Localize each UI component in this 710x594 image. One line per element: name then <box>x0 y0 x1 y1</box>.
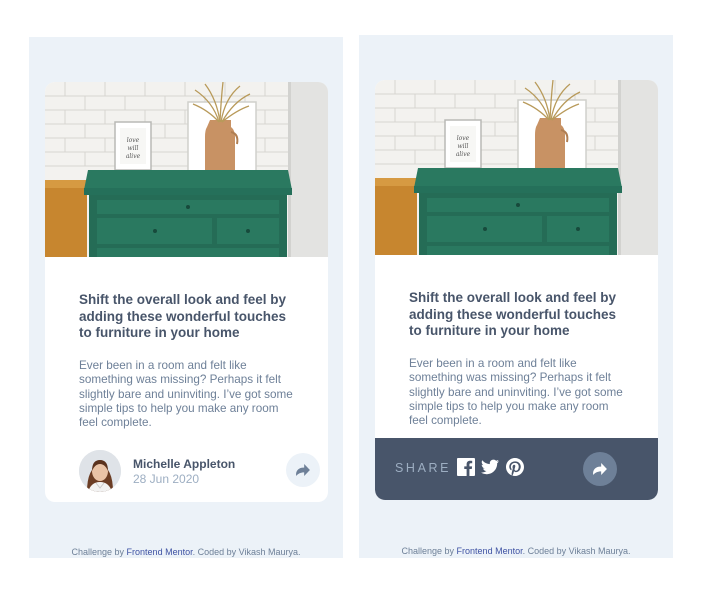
author-row: Michelle Appleton 28 Jun 2020 <box>79 450 320 494</box>
share-button[interactable] <box>583 452 617 486</box>
frontend-mentor-link[interactable]: Frontend Mentor <box>457 546 523 556</box>
svg-text:love: love <box>457 135 470 142</box>
pinterest-icon[interactable] <box>506 458 524 476</box>
headline-line: to furniture in your home <box>79 325 240 340</box>
author-name: Michelle Appleton <box>133 457 236 471</box>
description-line: Ever been in a room and felt like <box>409 357 577 370</box>
attribution: Challenge by Frontend Mentor. Coded by V… <box>29 547 343 557</box>
description-line: slightly bare and uninviting. I’ve got s… <box>79 387 293 401</box>
svg-text:will: will <box>458 143 469 150</box>
svg-text:will: will <box>128 145 139 152</box>
description-line: something was missing? Perhaps it felt <box>409 371 612 385</box>
article-image: love will alive <box>375 80 658 255</box>
twitter-icon[interactable] <box>481 458 499 476</box>
headline-line: Shift the overall look and feel by <box>79 292 287 307</box>
share-bar: SHARE <box>375 438 658 500</box>
description-line: feel complete. <box>409 414 482 428</box>
share-label: SHARE <box>395 461 452 475</box>
frontend-mentor-link[interactable]: Frontend Mentor <box>127 547 193 557</box>
article-description: Ever been in a room and felt like someth… <box>409 357 639 428</box>
article-headline: Shift the overall look and feel by addin… <box>409 290 634 340</box>
svg-text:alive: alive <box>456 151 471 158</box>
avatar <box>79 450 121 492</box>
description-line: something was missing? Perhaps it felt <box>79 373 282 387</box>
attribution: Challenge by Frontend Mentor. Coded by V… <box>359 546 673 556</box>
attribution-prefix: Challenge by <box>71 547 127 557</box>
share-arrow-icon <box>296 464 310 476</box>
article-description: Ever been in a room and felt like someth… <box>79 359 309 430</box>
description-line: simple tips to help you make any room <box>409 399 609 413</box>
description-line: feel complete. <box>79 416 152 430</box>
facebook-icon[interactable] <box>457 458 475 476</box>
share-button[interactable] <box>286 453 320 487</box>
article-card: love will alive Shift the overall look a… <box>375 80 658 500</box>
publish-date: 28 Jun 2020 <box>133 472 200 486</box>
svg-text:alive: alive <box>126 153 141 160</box>
article-image: love will alive <box>45 82 328 257</box>
description-line: Ever been in a room and felt like <box>79 359 247 372</box>
share-arrow-icon <box>593 463 607 475</box>
svg-text:love: love <box>127 137 140 144</box>
headline-line: Shift the overall look and feel by <box>409 290 617 305</box>
article-card: love will alive Shift the overall look a… <box>45 82 328 502</box>
attribution-prefix: Challenge by <box>401 546 457 556</box>
description-line: simple tips to help you make any room <box>79 401 279 415</box>
headline-line: to furniture in your home <box>409 323 570 338</box>
article-headline: Shift the overall look and feel by addin… <box>79 292 304 342</box>
preview-share-active-state: love will alive Shift the overall look a… <box>359 35 673 558</box>
headline-line: adding these wonderful touches <box>409 306 617 322</box>
attribution-suffix: . Coded by Vikash Maurya. <box>522 546 631 556</box>
attribution-suffix: . Coded by Vikash Maurya. <box>192 547 301 557</box>
headline-line: adding these wonderful touches <box>79 308 287 324</box>
description-line: slightly bare and uninviting. I’ve got s… <box>409 385 623 399</box>
preview-default-state: love will alive Shift the overall look a… <box>29 37 343 558</box>
